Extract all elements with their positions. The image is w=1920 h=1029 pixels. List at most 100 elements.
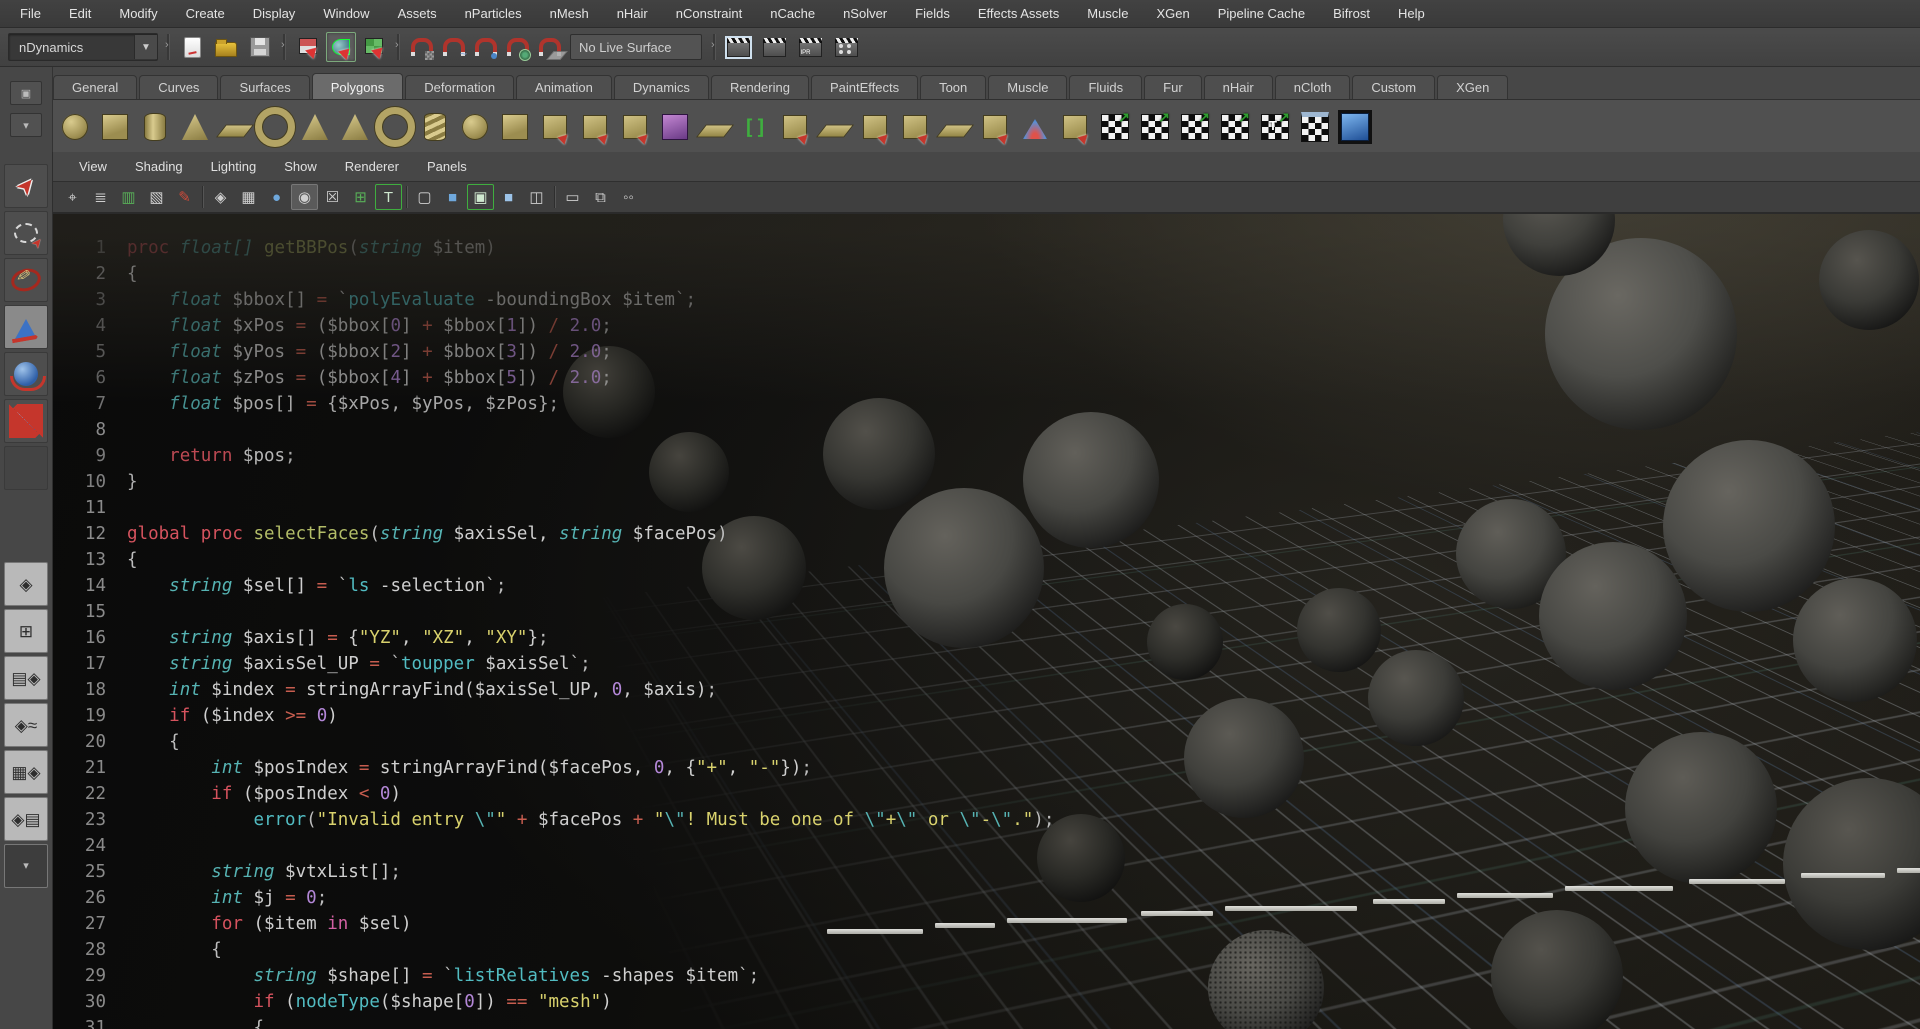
menu-file[interactable]: File [6, 0, 55, 27]
menu-bifrost[interactable]: Bifrost [1319, 0, 1384, 27]
render-settings-icon[interactable] [832, 33, 860, 61]
select-object-icon[interactable] [326, 32, 356, 62]
shelf-tab-surfaces[interactable]: Surfaces [220, 75, 309, 99]
uv-editor-icon[interactable] [1295, 107, 1335, 147]
chevron-down-icon[interactable]: ▼ [134, 35, 157, 59]
panel-menu-view[interactable]: View [65, 159, 121, 174]
poly-plane-icon[interactable] [215, 107, 255, 147]
shelf-tab-polygons[interactable]: Polygons [312, 73, 403, 99]
mirror-icon[interactable] [975, 107, 1015, 147]
rotate-tool-icon[interactable] [4, 352, 48, 396]
extrude-icon[interactable] [775, 107, 815, 147]
shelf-tab-fluids[interactable]: Fluids [1069, 75, 1142, 99]
shelf-tab-muscle[interactable]: Muscle [988, 75, 1067, 99]
toolbar-separator[interactable] [394, 32, 402, 62]
isolate-select-icon[interactable]: ▣ [467, 184, 494, 210]
select-tool-icon[interactable] [4, 164, 48, 208]
select-hierarchy-icon[interactable] [294, 32, 322, 60]
uv-planar-mapping-icon[interactable] [1095, 107, 1135, 147]
shelf-tab-deformation[interactable]: Deformation [405, 75, 514, 99]
viewport[interactable]: 1proc float[] getBBPos(string $item)2{3 … [53, 214, 1920, 1029]
menu-fields[interactable]: Fields [901, 0, 964, 27]
snap-to-point-icon[interactable] [472, 33, 500, 61]
bookmark-icon[interactable]: ▥ [115, 184, 142, 210]
poly-soccer-ball-icon[interactable] [455, 107, 495, 147]
shelf-tab-ncloth[interactable]: nCloth [1275, 75, 1351, 99]
bounding-box-icon[interactable]: ☒ [319, 184, 346, 210]
poly-cylinder-icon[interactable] [135, 107, 175, 147]
open-scene-icon[interactable] [212, 33, 240, 61]
move-tool-icon[interactable] [4, 305, 48, 349]
menu-window[interactable]: Window [309, 0, 383, 27]
ghost-cube-icon[interactable]: ◫ [523, 184, 550, 210]
smooth-icon[interactable] [695, 107, 735, 147]
menu-nparticles[interactable]: nParticles [451, 0, 536, 27]
bridge-icon[interactable] [815, 107, 855, 147]
layout-menu-button[interactable]: ▾ [4, 844, 48, 888]
menu-display[interactable]: Display [239, 0, 310, 27]
shelf-tab-xgen[interactable]: XGen [1437, 75, 1508, 99]
insert-edge-loop-icon[interactable] [735, 107, 775, 147]
image-plane-icon[interactable]: ▧ [143, 184, 170, 210]
panel-menu-shading[interactable]: Shading [121, 159, 197, 174]
poly-helix-icon[interactable] [415, 107, 455, 147]
select-camera-icon[interactable]: ⌖ [59, 184, 86, 210]
separate-icon[interactable] [575, 107, 615, 147]
menu-assets[interactable]: Assets [384, 0, 451, 27]
layout-persp-outliner-button[interactable]: ▤◈ [4, 656, 48, 700]
panel-menu-lighting[interactable]: Lighting [197, 159, 271, 174]
lasso-tool-icon[interactable] [4, 211, 48, 255]
menu-nconstraint[interactable]: nConstraint [662, 0, 756, 27]
menu-nsolver[interactable]: nSolver [829, 0, 901, 27]
menu-edit[interactable]: Edit [55, 0, 105, 27]
shelf-tab-rendering[interactable]: Rendering [711, 75, 809, 99]
shelf-menu-icon[interactable]: ▾ [10, 113, 42, 137]
shelf-tab-painteffects[interactable]: PaintEffects [811, 75, 918, 99]
menu-help[interactable]: Help [1384, 0, 1439, 27]
panel-menu-renderer[interactable]: Renderer [331, 159, 413, 174]
booleans-icon[interactable] [655, 107, 695, 147]
paint-select-tool-icon[interactable] [4, 258, 48, 302]
shelf-tab-nhair[interactable]: nHair [1204, 75, 1273, 99]
resolution-gate-icon[interactable]: ▭ [559, 184, 586, 210]
menu-set-dropdown[interactable]: nDynamics ▼ [8, 33, 158, 61]
layout-persp-graph-button[interactable]: ◈≈ [4, 703, 48, 747]
wireframe-mode-icon[interactable]: ◈ [207, 184, 234, 210]
target-weld-icon[interactable] [895, 107, 935, 147]
menu-muscle[interactable]: Muscle [1073, 0, 1142, 27]
uv-cylindrical-mapping-icon[interactable] [1135, 107, 1175, 147]
shelf-tab-fur[interactable]: Fur [1144, 75, 1202, 99]
poly-platonic-icon[interactable] [495, 107, 535, 147]
quad-draw-icon[interactable] [1055, 107, 1095, 147]
poly-torus-icon[interactable] [255, 107, 295, 147]
shelf-tab-animation[interactable]: Animation [516, 75, 612, 99]
uv-spherical-mapping-icon[interactable] [1175, 107, 1215, 147]
extract-icon[interactable] [615, 107, 655, 147]
layout-four-view-button[interactable]: ⊞ [4, 609, 48, 653]
poly-cube-icon[interactable] [95, 107, 135, 147]
shelf-tab-curves[interactable]: Curves [139, 75, 218, 99]
toolbar-separator[interactable] [280, 32, 288, 62]
toolbar-separator[interactable] [710, 32, 718, 62]
menu-ncache[interactable]: nCache [756, 0, 829, 27]
multi-cut-icon[interactable] [855, 107, 895, 147]
crease-set-icon[interactable] [1335, 107, 1375, 147]
smooth-shade-icon[interactable]: ● [263, 184, 290, 210]
share-view-icon[interactable]: ◦◦ [615, 184, 642, 210]
bevel-icon[interactable] [935, 107, 975, 147]
live-surface-field[interactable]: No Live Surface [570, 34, 702, 60]
material-override-icon[interactable]: ⊞ [347, 184, 374, 210]
poly-prism-icon[interactable] [295, 107, 335, 147]
shelf-tab-custom[interactable]: Custom [1352, 75, 1435, 99]
gate-mask-icon[interactable]: ⧉ [587, 184, 614, 210]
menu-effects-assets[interactable]: Effects Assets [964, 0, 1073, 27]
sculpt-tool-icon[interactable] [1015, 107, 1055, 147]
lighting-mode-icon[interactable]: ▦ [235, 184, 262, 210]
menu-pipeline-cache[interactable]: Pipeline Cache [1204, 0, 1319, 27]
wireframe-on-shaded-icon[interactable]: ▢ [411, 184, 438, 210]
shelf-tab-toon[interactable]: Toon [920, 75, 986, 99]
shelf-tab-general[interactable]: General [53, 75, 137, 99]
xray-cube-icon[interactable]: ■ [495, 184, 522, 210]
toolbar-separator[interactable] [164, 32, 172, 62]
poly-sphere-icon[interactable] [55, 107, 95, 147]
